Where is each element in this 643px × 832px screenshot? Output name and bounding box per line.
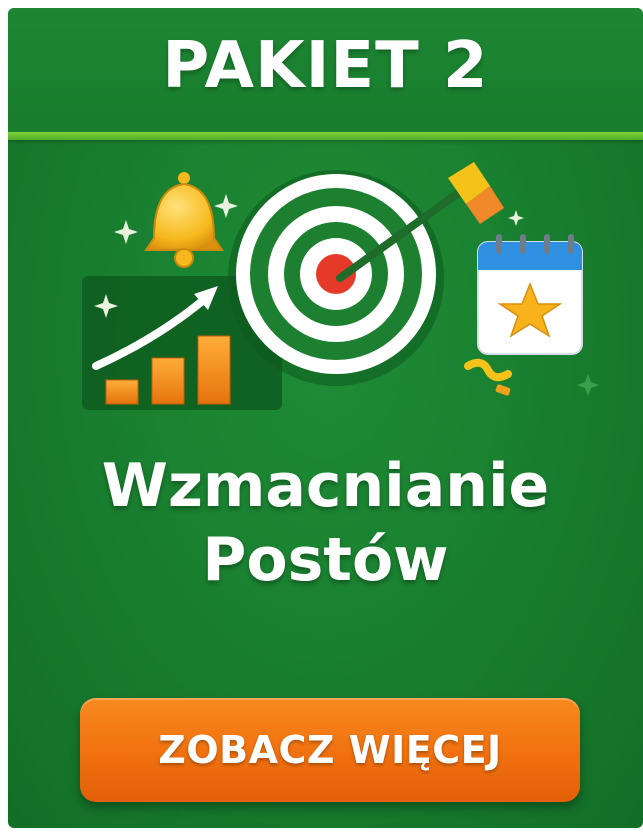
package-card: PAKIET 2 Wzmacnianie Postów ZOBACZ WIĘCE… (8, 8, 643, 828)
card-header: PAKIET 2 (8, 8, 643, 132)
bell-icon (144, 172, 224, 268)
section-title-line-1: Wzmacnianie (101, 451, 550, 521)
confetti-icon (464, 358, 512, 396)
calendar-star-icon (477, 234, 583, 355)
header-divider (8, 132, 643, 140)
section-title-line-2: Postów (202, 525, 449, 595)
see-more-button[interactable]: ZOBACZ WIĘCEJ (80, 698, 580, 802)
see-more-button-label: ZOBACZ WIĘCEJ (158, 728, 502, 772)
package-title: PAKIET 2 (162, 29, 489, 103)
marketing-illustration (82, 162, 599, 410)
